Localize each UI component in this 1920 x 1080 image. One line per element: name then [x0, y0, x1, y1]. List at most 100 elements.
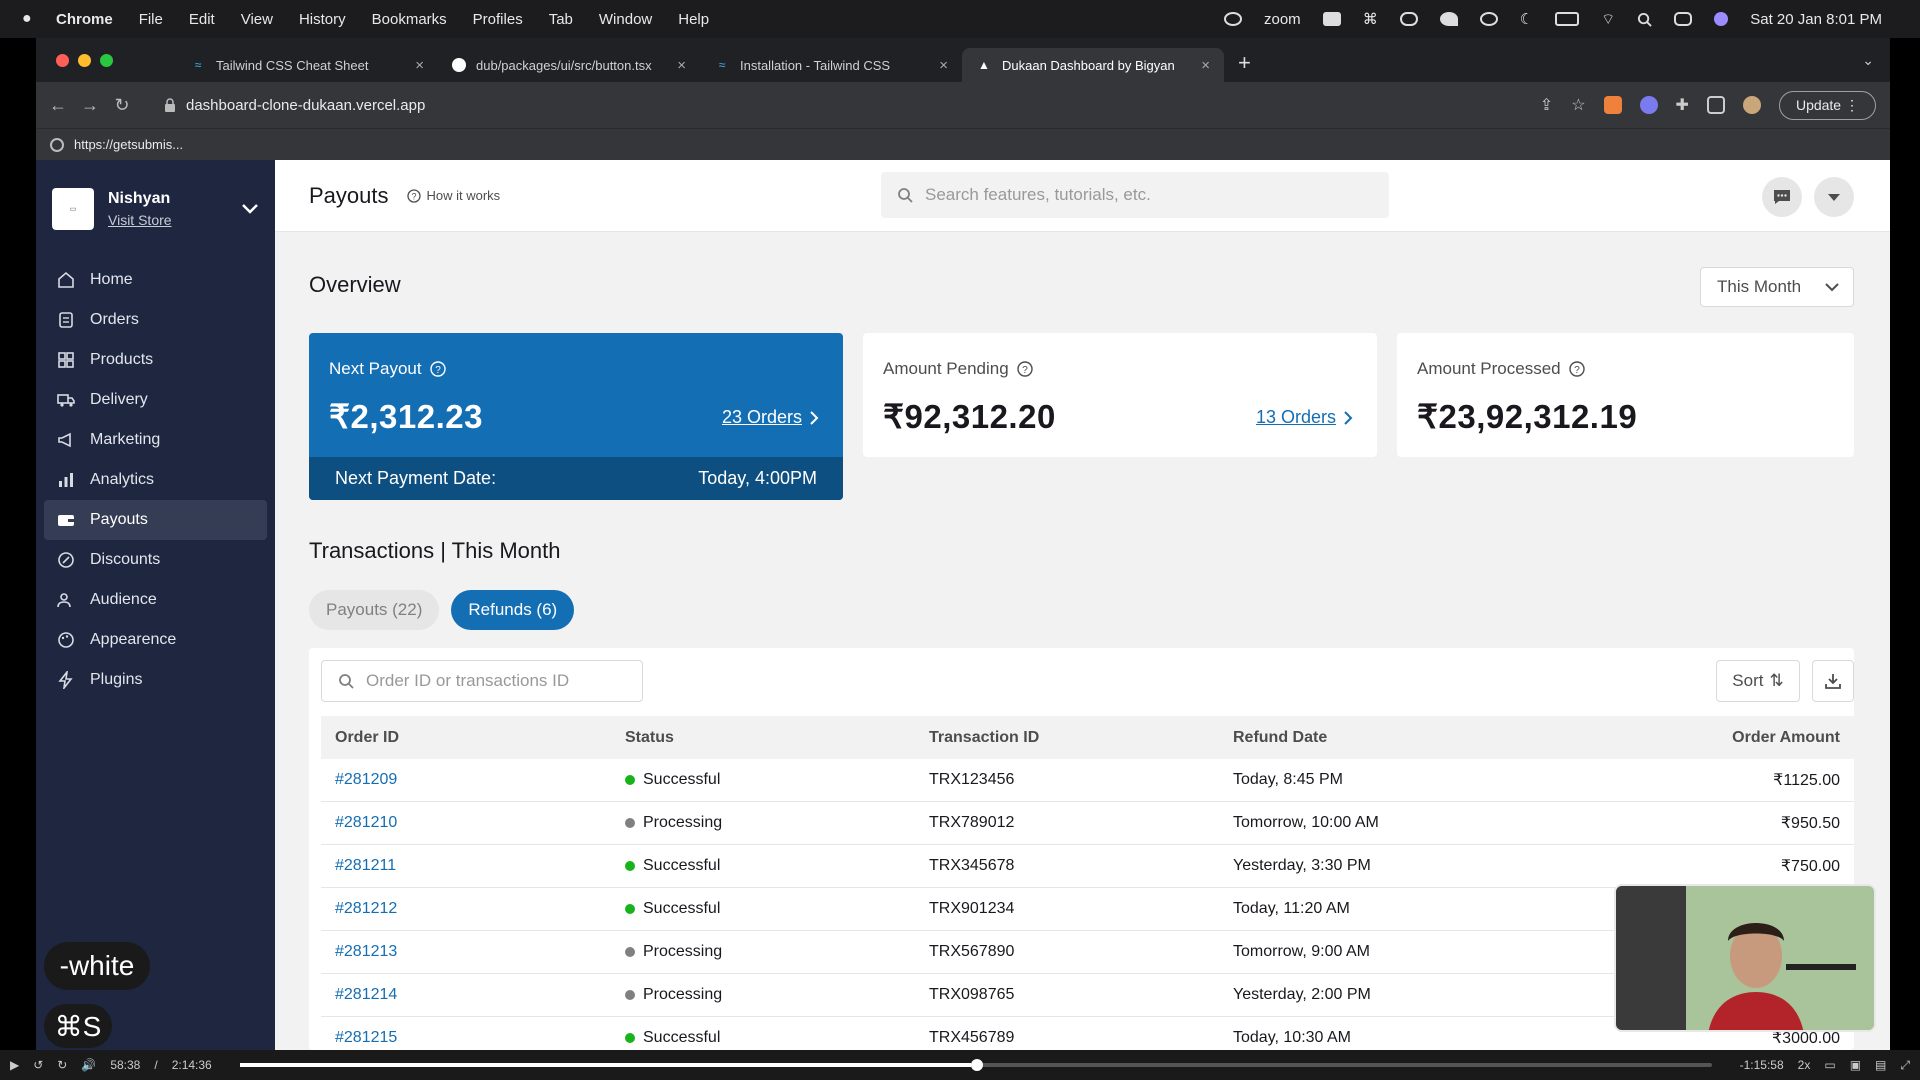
siri-icon[interactable] — [1714, 12, 1729, 26]
sidebar-item-marketing[interactable]: Marketing — [44, 420, 267, 460]
how-it-works-link[interactable]: ? How it works — [406, 188, 500, 203]
rewind-icon[interactable]: ↺ — [33, 1058, 43, 1072]
puzzle-icon[interactable]: ✚ — [1676, 95, 1689, 115]
sidebar-item-orders[interactable]: Orders — [44, 300, 267, 340]
captions-icon[interactable]: ▭ — [1824, 1058, 1835, 1072]
close-icon[interactable]: × — [939, 57, 948, 74]
chat-button[interactable] — [1762, 177, 1802, 217]
chevron-down-icon[interactable] — [241, 203, 259, 215]
help-icon[interactable]: ? — [1017, 361, 1033, 377]
address-bar[interactable]: dashboard-clone-dukaan.vercel.app — [150, 88, 1528, 122]
close-icon[interactable]: × — [415, 57, 424, 74]
reload-icon[interactable]: ↻ — [106, 95, 138, 116]
docker-icon[interactable] — [1322, 12, 1341, 26]
status-icon[interactable] — [1224, 12, 1242, 26]
record-icon[interactable] — [1479, 12, 1498, 26]
cloud-icon[interactable] — [1399, 12, 1418, 26]
zoom-window-button[interactable] — [100, 53, 113, 67]
update-button[interactable]: Update ⋮ — [1778, 90, 1876, 120]
play-icon[interactable]: ▶ — [10, 1058, 19, 1072]
sidepanel-icon[interactable] — [1706, 96, 1725, 114]
table-row[interactable]: #281209 Successful TRX123456 Today, 8:45 PM… — [321, 759, 1854, 802]
order-id-link[interactable]: #281211 — [335, 857, 396, 874]
bookmark-star-icon[interactable]: ☆ — [1571, 95, 1585, 115]
visit-store-link[interactable]: Visit Store — [108, 212, 241, 228]
search-icon[interactable] — [1637, 12, 1652, 27]
command-icon[interactable]: ⌘ — [1363, 10, 1378, 28]
help-icon[interactable]: ? — [429, 361, 446, 377]
browser-tab[interactable]: ≈ Tailwind CSS Cheat Sheet × — [176, 48, 438, 82]
browser-tab[interactable]: dub/packages/ui/src/button.tsx × — [438, 48, 700, 82]
video-progress-bar[interactable] — [239, 1059, 1712, 1071]
sidebar-item-payouts[interactable]: Payouts — [44, 500, 267, 540]
sidebar-item-products[interactable]: Products — [44, 340, 267, 380]
sidebar-item-home[interactable]: Home — [44, 260, 267, 300]
order-id-link[interactable]: #281209 — [335, 771, 397, 788]
tab-refunds[interactable]: Refunds (6) — [451, 590, 575, 630]
close-icon[interactable]: × — [677, 57, 686, 74]
progress-knob[interactable] — [971, 1059, 984, 1071]
sidebar-item-appearence[interactable]: Appearence — [44, 620, 267, 660]
close-window-button[interactable] — [56, 53, 69, 67]
order-id-link[interactable]: #281212 — [335, 900, 397, 917]
sidebar-item-audience[interactable]: Audience — [44, 580, 267, 620]
browser-tab[interactable]: ≈ Installation - Tailwind CSS × — [700, 48, 962, 82]
moon-icon[interactable]: ☾ — [1520, 10, 1533, 28]
search-input[interactable]: Search features, tutorials, etc. — [881, 172, 1389, 218]
profile-avatar-icon[interactable] — [1742, 96, 1761, 114]
close-icon[interactable]: × — [1201, 57, 1210, 74]
fullscreen-icon[interactable]: ⤢ — [1900, 1058, 1910, 1073]
forward-icon[interactable]: ↻ — [57, 1058, 67, 1072]
period-select[interactable]: This Month — [1700, 267, 1854, 307]
menu-help[interactable]: Help — [678, 11, 709, 28]
extension-icon[interactable] — [1639, 96, 1658, 114]
zoom-label[interactable]: zoom — [1264, 11, 1301, 28]
sidebar-item-plugins[interactable]: Plugins — [44, 660, 267, 700]
sidebar-item-analytics[interactable]: Analytics — [44, 460, 267, 500]
menu-view[interactable]: View — [241, 11, 273, 28]
pending-orders-link[interactable]: 13 Orders — [1256, 407, 1353, 428]
menu-tab[interactable]: Tab — [549, 11, 573, 28]
table-row[interactable]: #281210 Processing TRX789012 Tomorrow, 10:0… — [321, 802, 1854, 845]
bookmark-item[interactable]: https://getsubmis... — [74, 137, 183, 152]
menu-dropdown-button[interactable] — [1814, 177, 1854, 217]
menu-window[interactable]: Window — [599, 11, 652, 28]
speed-button[interactable]: 2x — [1798, 1058, 1811, 1072]
order-search-input[interactable]: Order ID or transactions ID — [321, 660, 643, 702]
download-button[interactable] — [1812, 660, 1854, 702]
browser-tab-active[interactable]: ▲ Dukaan Dashboard by Bigyan × — [962, 48, 1224, 82]
control-center-icon[interactable] — [1674, 12, 1693, 26]
table-row[interactable]: #281211 Successful TRX345678 Yesterday, 3:3… — [321, 845, 1854, 888]
apple-icon[interactable]: ● — [22, 10, 32, 28]
share-icon[interactable]: ⇪ — [1540, 95, 1553, 115]
tab-payouts[interactable]: Payouts (22) — [309, 590, 440, 630]
pip-icon[interactable]: ▣ — [1850, 1058, 1861, 1072]
order-id-link[interactable]: #281210 — [335, 814, 397, 831]
tab-search-icon[interactable]: ⌄ — [1862, 52, 1874, 69]
minimize-window-button[interactable] — [78, 53, 91, 67]
sort-button[interactable]: Sort ⇅ — [1716, 660, 1800, 702]
quality-icon[interactable]: ▤ — [1875, 1058, 1886, 1072]
menu-profiles[interactable]: Profiles — [473, 11, 523, 28]
menubar-app-name[interactable]: Chrome — [56, 11, 113, 28]
next-payout-orders-link[interactable]: 23 Orders — [722, 407, 819, 428]
vpn-icon[interactable] — [1439, 12, 1458, 26]
sidebar-item-delivery[interactable]: Delivery — [44, 380, 267, 420]
order-id-link[interactable]: #281215 — [335, 1029, 397, 1046]
sidebar-item-discounts[interactable]: Discounts — [44, 540, 267, 580]
help-icon[interactable]: ? — [1568, 361, 1585, 377]
back-icon[interactable]: ← — [42, 95, 74, 116]
order-id-link[interactable]: #281214 — [335, 986, 397, 1003]
volume-icon[interactable]: 🔊 — [81, 1058, 96, 1072]
clock[interactable]: Sat 20 Jan 8:01 PM — [1750, 11, 1882, 28]
store-switcher[interactable]: ▭ Nishyan Visit Store — [36, 160, 275, 240]
wifi-icon[interactable]: ⌔ — [1601, 10, 1615, 29]
forward-icon[interactable]: → — [74, 95, 106, 116]
battery-icon[interactable] — [1555, 12, 1580, 26]
metamask-icon[interactable] — [1603, 96, 1622, 114]
menu-history[interactable]: History — [299, 11, 346, 28]
menu-edit[interactable]: Edit — [189, 11, 215, 28]
order-id-link[interactable]: #281213 — [335, 943, 397, 960]
menu-file[interactable]: File — [139, 11, 163, 28]
new-tab-button[interactable]: + — [1238, 50, 1251, 76]
